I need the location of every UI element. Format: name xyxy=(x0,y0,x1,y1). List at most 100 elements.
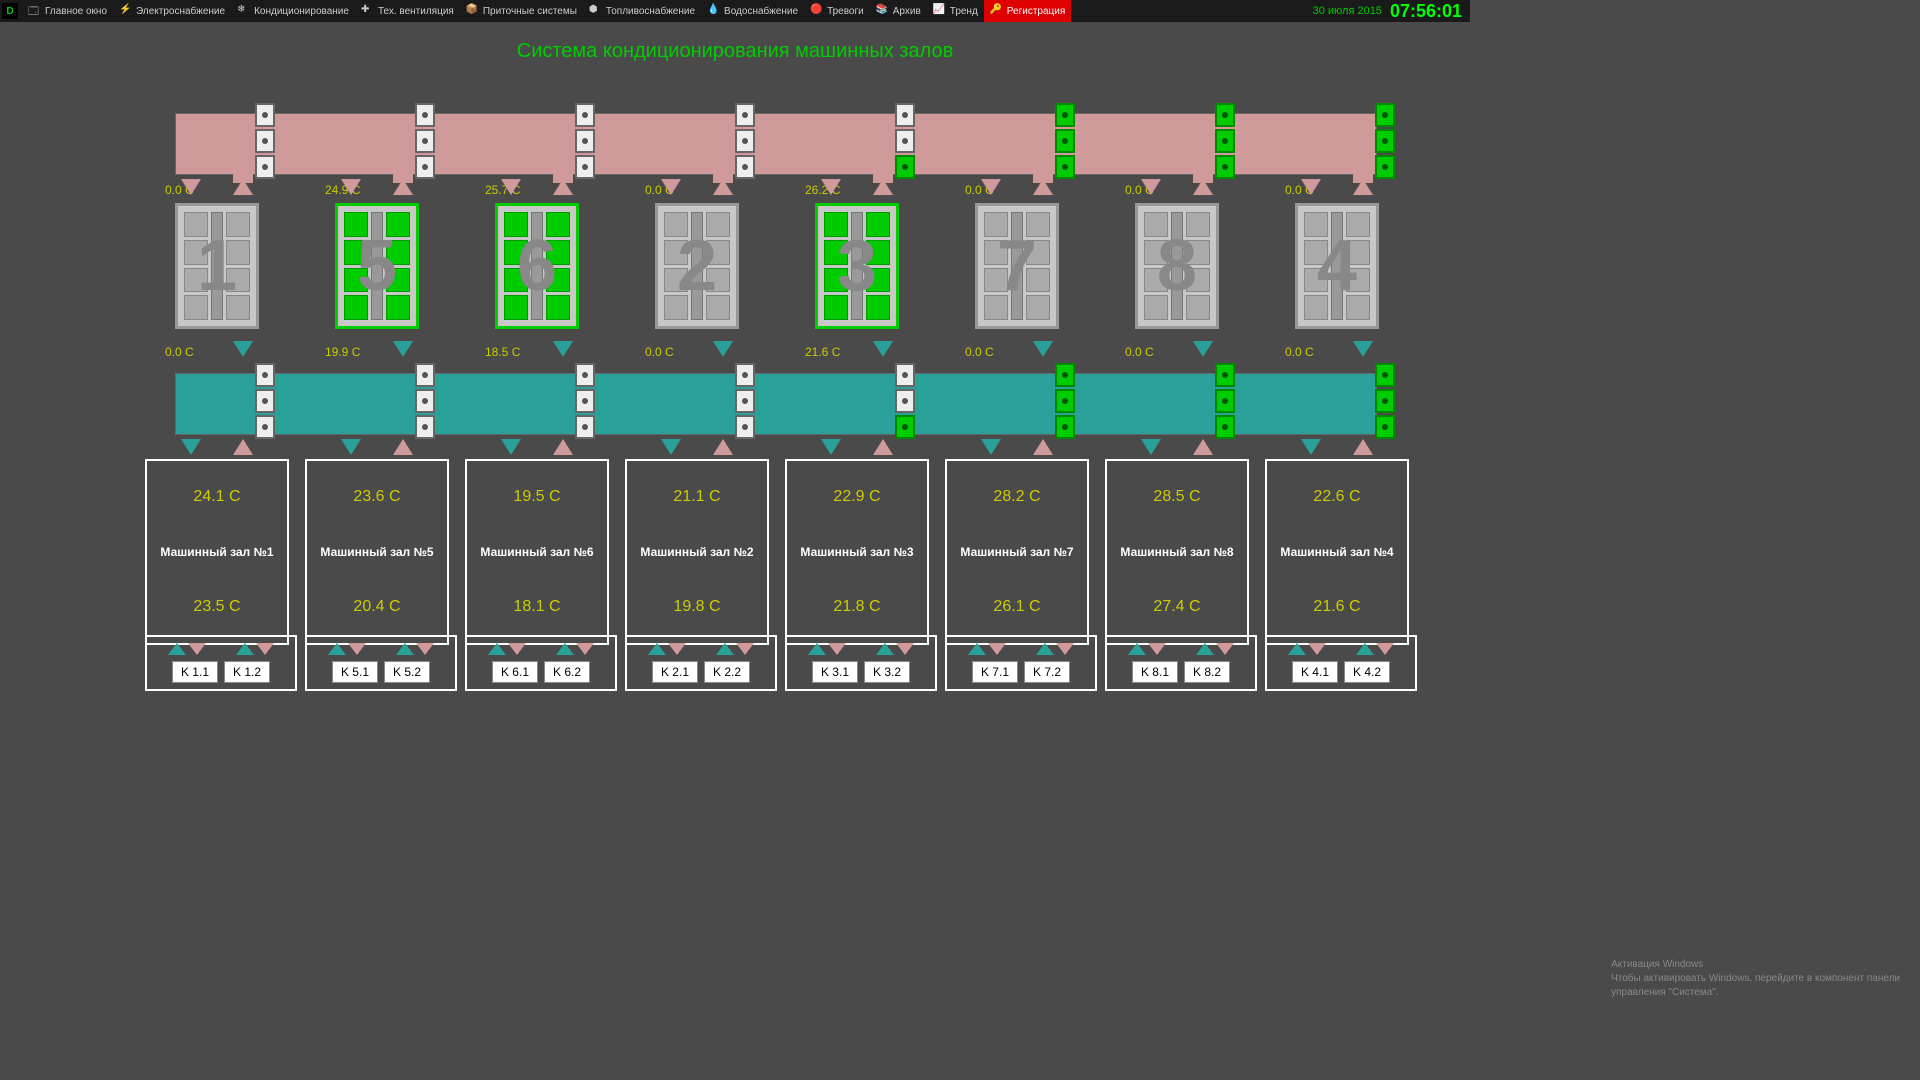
arrow-up-icon xyxy=(873,439,893,455)
ac-unit[interactable]: 2 xyxy=(655,203,739,329)
valve[interactable] xyxy=(255,103,275,127)
arrow-down-icon xyxy=(661,439,681,455)
server-room-panel[interactable]: 28.5 CМашинный зал №827.4 C xyxy=(1105,459,1249,645)
nav-conditioning[interactable]: ❄Кондиционирование xyxy=(231,0,355,22)
compressor-button[interactable]: K 1.1 xyxy=(172,661,218,683)
compressor-button[interactable]: K 8.1 xyxy=(1132,661,1178,683)
triangle-down-icon xyxy=(668,643,686,655)
server-room-panel[interactable]: 21.1 CМашинный зал №219.8 C xyxy=(625,459,769,645)
valve[interactable] xyxy=(1215,129,1235,153)
nav-water[interactable]: 💧Водоснабжение xyxy=(701,0,804,22)
valve[interactable] xyxy=(1375,389,1395,413)
valve[interactable] xyxy=(575,103,595,127)
compressor-button[interactable]: K 6.1 xyxy=(492,661,538,683)
compressor-button[interactable]: K 4.1 xyxy=(1292,661,1338,683)
valve[interactable] xyxy=(1055,155,1075,179)
valve[interactable] xyxy=(575,389,595,413)
ac-unit[interactable]: 8 xyxy=(1135,203,1219,329)
valve[interactable] xyxy=(255,389,275,413)
valve[interactable] xyxy=(1375,363,1395,387)
ac-unit[interactable]: 3 xyxy=(815,203,899,329)
nav-trend[interactable]: 📈Тренд xyxy=(927,0,984,22)
valve[interactable] xyxy=(1055,129,1075,153)
valve[interactable] xyxy=(255,415,275,439)
valve[interactable] xyxy=(1215,363,1235,387)
compressor-button[interactable]: K 5.1 xyxy=(332,661,378,683)
valve[interactable] xyxy=(575,363,595,387)
arrow-down-icon xyxy=(341,439,361,455)
compressor-button[interactable]: K 3.2 xyxy=(864,661,910,683)
valve[interactable] xyxy=(735,389,755,413)
nav-fuel[interactable]: ⬢Топливоснабжение xyxy=(583,0,701,22)
valve[interactable] xyxy=(255,129,275,153)
valve[interactable] xyxy=(1375,103,1395,127)
valve[interactable] xyxy=(1055,415,1075,439)
valve[interactable] xyxy=(415,363,435,387)
room-temp-top: 22.6 C xyxy=(1313,488,1360,506)
server-room-panel[interactable]: 28.2 CМашинный зал №726.1 C xyxy=(945,459,1089,645)
valve[interactable] xyxy=(1375,155,1395,179)
valve[interactable] xyxy=(735,103,755,127)
compressor-button[interactable]: K 6.2 xyxy=(544,661,590,683)
valve[interactable] xyxy=(1215,389,1235,413)
ac-unit[interactable]: 4 xyxy=(1295,203,1379,329)
compressor-button[interactable]: K 8.2 xyxy=(1184,661,1230,683)
nav-registration[interactable]: 🔑Регистрация xyxy=(984,0,1071,22)
valve[interactable] xyxy=(1215,155,1235,179)
compressor-button[interactable]: K 7.1 xyxy=(972,661,1018,683)
valve-stack-top xyxy=(735,103,755,179)
valve[interactable] xyxy=(895,389,915,413)
server-room-panel[interactable]: 22.6 CМашинный зал №421.6 C xyxy=(1265,459,1409,645)
valve[interactable] xyxy=(415,389,435,413)
valve[interactable] xyxy=(415,155,435,179)
valve[interactable] xyxy=(1215,103,1235,127)
valve[interactable] xyxy=(735,155,755,179)
valve[interactable] xyxy=(895,155,915,179)
valve[interactable] xyxy=(895,415,915,439)
nav-alarms[interactable]: 🔴Тревоги xyxy=(804,0,870,22)
valve[interactable] xyxy=(895,129,915,153)
nav-power[interactable]: ⚡Электроснабжение xyxy=(113,0,231,22)
valve[interactable] xyxy=(1055,389,1075,413)
server-room-panel[interactable]: 22.9 CМашинный зал №321.8 C xyxy=(785,459,929,645)
compressor-button[interactable]: K 2.2 xyxy=(704,661,750,683)
valve[interactable] xyxy=(415,415,435,439)
valve[interactable] xyxy=(415,129,435,153)
ac-unit[interactable]: 6 xyxy=(495,203,579,329)
ac-unit[interactable]: 7 xyxy=(975,203,1059,329)
pipe-segment xyxy=(393,173,413,183)
nav-main-window[interactable]: 🗔Главное окно xyxy=(22,0,113,22)
valve[interactable] xyxy=(735,129,755,153)
valve[interactable] xyxy=(415,103,435,127)
compressor-button[interactable]: K 2.1 xyxy=(652,661,698,683)
valve[interactable] xyxy=(255,363,275,387)
valve[interactable] xyxy=(895,103,915,127)
nav-supply[interactable]: 📦Приточные системы xyxy=(460,0,583,22)
server-room-panel[interactable]: 23.6 CМашинный зал №520.4 C xyxy=(305,459,449,645)
valve[interactable] xyxy=(1055,363,1075,387)
valve[interactable] xyxy=(575,415,595,439)
compressor-button[interactable]: K 5.2 xyxy=(384,661,430,683)
valve[interactable] xyxy=(575,129,595,153)
unit-number: 5 xyxy=(338,206,416,326)
valve[interactable] xyxy=(1375,415,1395,439)
server-room-panel[interactable]: 24.1 CМашинный зал №123.5 C xyxy=(145,459,289,645)
server-room-panel[interactable]: 19.5 CМашинный зал №618.1 C xyxy=(465,459,609,645)
valve[interactable] xyxy=(575,155,595,179)
valve[interactable] xyxy=(735,363,755,387)
ac-unit[interactable]: 5 xyxy=(335,203,419,329)
nav-ventilation[interactable]: ✚Тех. вентиляция xyxy=(355,0,460,22)
valve[interactable] xyxy=(255,155,275,179)
nav-archive[interactable]: 📚Архив xyxy=(870,0,927,22)
compressor-button[interactable]: K 3.1 xyxy=(812,661,858,683)
compressor-button[interactable]: K 4.2 xyxy=(1344,661,1390,683)
valve[interactable] xyxy=(895,363,915,387)
valve[interactable] xyxy=(1215,415,1235,439)
compressor-button[interactable]: K 1.2 xyxy=(224,661,270,683)
ac-unit[interactable]: 1 xyxy=(175,203,259,329)
triangle-up-icon xyxy=(1128,643,1146,655)
compressor-button[interactable]: K 7.2 xyxy=(1024,661,1070,683)
valve[interactable] xyxy=(735,415,755,439)
valve[interactable] xyxy=(1055,103,1075,127)
valve[interactable] xyxy=(1375,129,1395,153)
